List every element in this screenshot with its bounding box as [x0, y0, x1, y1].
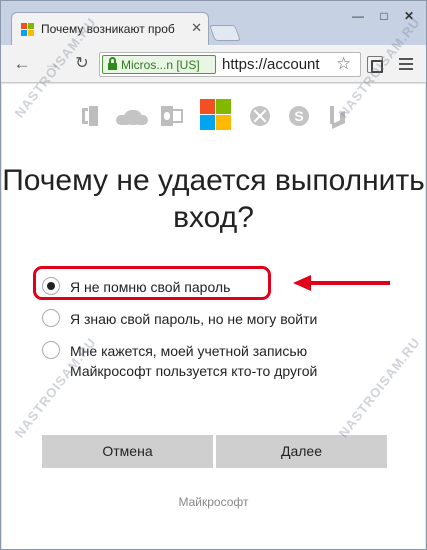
- product-icons-bar: S: [2, 84, 425, 144]
- minimize-button[interactable]: —: [347, 7, 369, 25]
- browser-window: Почему возникают проб ✕ — □ ✕ ← → ↻ Micr…: [0, 0, 427, 550]
- browser-toolbar: ← → ↻ Micros...n [US] https://account ☆: [1, 45, 426, 83]
- xbox-icon: [250, 106, 270, 126]
- lock-icon: [108, 57, 117, 70]
- option-label[interactable]: Я знаю свой пароль, но не могу войти: [70, 309, 317, 329]
- cancel-button[interactable]: Отмена: [42, 435, 213, 468]
- radio-account-compromised[interactable]: [42, 341, 60, 359]
- radio-know-password[interactable]: [42, 309, 60, 327]
- menu-icon[interactable]: [399, 58, 413, 73]
- ev-certificate-label: Micros...n [US]: [121, 58, 200, 72]
- outlook-icon: [161, 106, 183, 126]
- tab-close-icon[interactable]: ✕: [191, 20, 202, 36]
- browser-tab[interactable]: Почему возникают проб ✕: [11, 12, 209, 46]
- option-label[interactable]: Мне кажется, моей учетной записью Майкро…: [70, 341, 350, 381]
- footer-brand: Майкрософт: [178, 495, 249, 509]
- onedrive-icon: [116, 110, 148, 125]
- url-text[interactable]: https://account: [222, 56, 320, 73]
- tab-strip: Почему возникают проб ✕ — □ ✕: [1, 1, 426, 46]
- extension-icon[interactable]: [367, 56, 383, 73]
- bing-icon: [330, 106, 346, 130]
- page-content: S Почему не удается выполнить вход? Я не…: [2, 84, 425, 549]
- close-window-button[interactable]: ✕: [398, 7, 420, 25]
- ev-certificate-badge[interactable]: Micros...n [US]: [102, 55, 216, 74]
- office-icon: [82, 106, 98, 126]
- address-bar[interactable]: Micros...n [US] https://account: [99, 52, 361, 77]
- reload-button[interactable]: ↻: [71, 53, 93, 75]
- tab-title: Почему возникают проб: [41, 22, 175, 36]
- page-title: Почему не удается выполнить вход?: [2, 164, 425, 234]
- microsoft-favicon-icon: [21, 23, 35, 37]
- skype-icon: S: [289, 106, 309, 126]
- bookmark-star-icon[interactable]: ☆: [336, 53, 351, 75]
- annotation-arrow-icon: [293, 275, 390, 291]
- maximize-button[interactable]: □: [373, 7, 395, 25]
- annotation-highlight-box: [33, 266, 271, 300]
- back-button[interactable]: ←: [11, 53, 33, 75]
- next-button[interactable]: Далее: [216, 435, 387, 468]
- forward-button[interactable]: →: [41, 53, 63, 75]
- microsoft-logo-icon: [200, 99, 231, 130]
- new-tab-button[interactable]: [209, 25, 241, 41]
